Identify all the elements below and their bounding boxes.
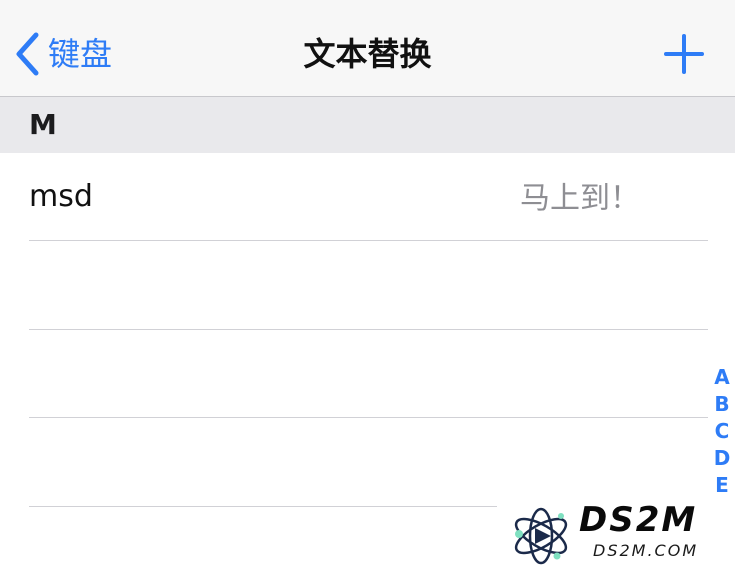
add-button[interactable] [662,32,706,76]
atom-logo-icon [507,504,575,570]
section-header-letter: M [29,108,57,141]
section-index-letter-c[interactable]: C [708,418,735,445]
watermark-subtext: DS2M.COM [593,541,699,560]
phrase-text: 马上到！ [520,181,640,216]
navigation-bar: 键盘 文本替换 [0,0,735,97]
watermark: DS2M DS2M.COM [505,500,735,569]
section-header: M [0,97,735,153]
empty-row [0,241,735,329]
section-index-letter-b[interactable]: B [708,391,735,418]
list-item[interactable]: msd 马上到！ [0,153,735,241]
shortcut-text: msd [29,179,93,214]
section-index-letter-a[interactable]: A [708,364,735,391]
section-index-letter-e[interactable]: E [708,472,735,499]
watermark-text: DS2M [579,500,698,540]
section-index-letter-d[interactable]: D [708,445,735,472]
row-divider [29,506,497,507]
empty-row [0,418,735,506]
page-title: 文本替换 [303,35,432,73]
section-index[interactable]: A B C D E [708,364,735,499]
empty-row [0,330,735,418]
plus-icon [662,34,706,80]
